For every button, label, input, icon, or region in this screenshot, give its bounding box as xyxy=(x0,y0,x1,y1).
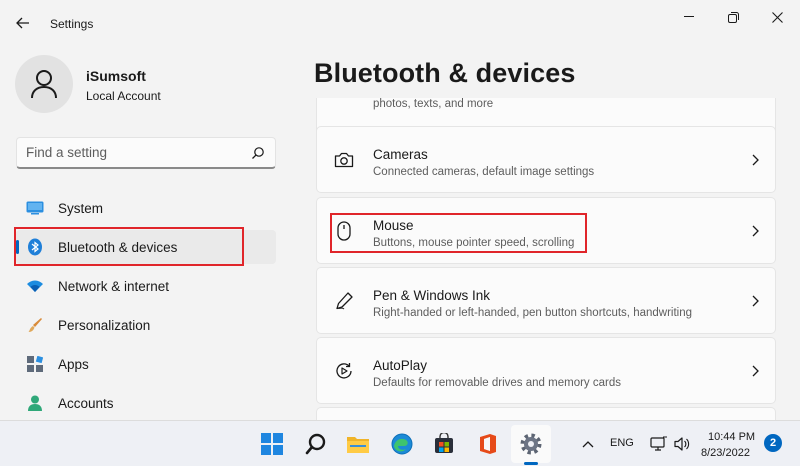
store-icon xyxy=(435,433,453,453)
sidebar-item-label: Personalization xyxy=(58,317,151,333)
sidebar-item-apps[interactable]: Apps xyxy=(16,347,276,381)
sidebar-item-label: Network & internet xyxy=(58,278,170,294)
search-box[interactable] xyxy=(16,137,276,169)
autoplay-icon xyxy=(333,360,355,382)
volume-icon xyxy=(674,437,690,451)
taskbar-search-button[interactable] xyxy=(302,430,330,458)
chevron-right-icon xyxy=(749,153,761,167)
system-icon xyxy=(26,199,44,217)
search-icon xyxy=(305,433,326,455)
minimize-button[interactable] xyxy=(678,8,700,26)
file-explorer-icon xyxy=(347,437,369,453)
clock-time[interactable]: 10:44 PM xyxy=(708,431,755,443)
sidebar-item-personalization[interactable]: Personalization xyxy=(16,308,276,342)
back-arrow-icon xyxy=(16,17,29,29)
highlight-box-sidebar xyxy=(14,227,244,266)
edge-icon xyxy=(391,433,413,455)
active-app-indicator xyxy=(524,462,538,465)
profile-account-type: Local Account xyxy=(86,89,161,103)
start-icon xyxy=(261,433,283,455)
card-subtitle: photos, texts, and more xyxy=(373,98,494,110)
search-icon[interactable] xyxy=(251,146,265,160)
profile-name: iSumsoft xyxy=(86,68,146,84)
avatar[interactable] xyxy=(15,55,73,113)
minimize-icon xyxy=(684,16,694,17)
restore-button[interactable] xyxy=(722,8,744,26)
chevron-up-icon xyxy=(582,441,594,448)
settings-window: Settings iSumsoft Local Account System B… xyxy=(0,0,800,420)
app-title: Settings xyxy=(50,17,94,31)
highlight-box-mouse xyxy=(330,213,587,253)
language-indicator[interactable]: ENG xyxy=(610,437,634,449)
sidebar-item-label: Apps xyxy=(58,356,89,372)
settings-icon xyxy=(520,433,542,455)
taskbar-settings[interactable] xyxy=(517,430,545,458)
person-icon xyxy=(26,394,44,412)
taskbar-store[interactable] xyxy=(430,430,458,458)
clock-date[interactable]: 8/23/2022 xyxy=(701,447,750,459)
settings-card-pen-windows-ink[interactable]: Pen & Windows Ink Right-handed or left-h… xyxy=(316,267,776,334)
close-button[interactable] xyxy=(766,8,788,26)
taskbar-edge[interactable] xyxy=(388,430,416,458)
taskbar-office[interactable] xyxy=(474,430,502,458)
brush-icon xyxy=(26,316,44,334)
taskbar-file-explorer[interactable] xyxy=(344,430,372,458)
wifi-icon xyxy=(26,277,44,295)
search-input[interactable] xyxy=(26,145,241,160)
tray-overflow-button[interactable] xyxy=(574,430,602,458)
person-icon xyxy=(31,70,57,99)
card-subtitle: Right-handed or left-handed, pen button … xyxy=(373,307,693,319)
settings-card-autoplay[interactable]: AutoPlay Defaults for removable drives a… xyxy=(316,337,776,404)
settings-card-next[interactable] xyxy=(316,407,776,420)
close-icon xyxy=(771,11,783,23)
pen-icon xyxy=(333,290,355,312)
apps-icon xyxy=(26,355,44,373)
camera-icon xyxy=(333,149,355,171)
card-subtitle: Connected cameras, default image setting… xyxy=(373,166,595,178)
card-title: Cameras xyxy=(373,147,428,162)
content-scroll-area[interactable]: photos, texts, and more Cameras Connecte… xyxy=(300,98,800,420)
volume-button[interactable] xyxy=(668,430,696,458)
chevron-right-icon xyxy=(749,364,761,378)
chevron-right-icon xyxy=(749,224,761,238)
sidebar-item-accounts[interactable]: Accounts xyxy=(16,386,276,420)
settings-card-cameras[interactable]: Cameras Connected cameras, default image… xyxy=(316,126,776,193)
title-bar: Settings xyxy=(0,0,800,44)
sidebar-item-label: Accounts xyxy=(58,395,114,411)
chevron-right-icon xyxy=(749,294,761,308)
office-icon xyxy=(480,434,496,454)
notification-badge[interactable]: 2 xyxy=(764,434,782,452)
restore-icon xyxy=(727,11,739,23)
sidebar-item-network-internet[interactable]: Network & internet xyxy=(16,269,276,303)
page-title: Bluetooth & devices xyxy=(314,58,576,88)
sidebar-item-label: System xyxy=(58,200,104,216)
card-title: Pen & Windows Ink xyxy=(373,288,491,303)
card-title: AutoPlay xyxy=(373,358,428,373)
network-icon xyxy=(650,436,667,451)
back-button[interactable] xyxy=(12,12,34,34)
sidebar-item-system[interactable]: System xyxy=(16,191,276,225)
taskbar: ENG 10:44 PM 8/23/2022 xyxy=(0,420,800,466)
start-button[interactable] xyxy=(258,430,286,458)
card-subtitle: Defaults for removable drives and memory… xyxy=(373,377,621,389)
